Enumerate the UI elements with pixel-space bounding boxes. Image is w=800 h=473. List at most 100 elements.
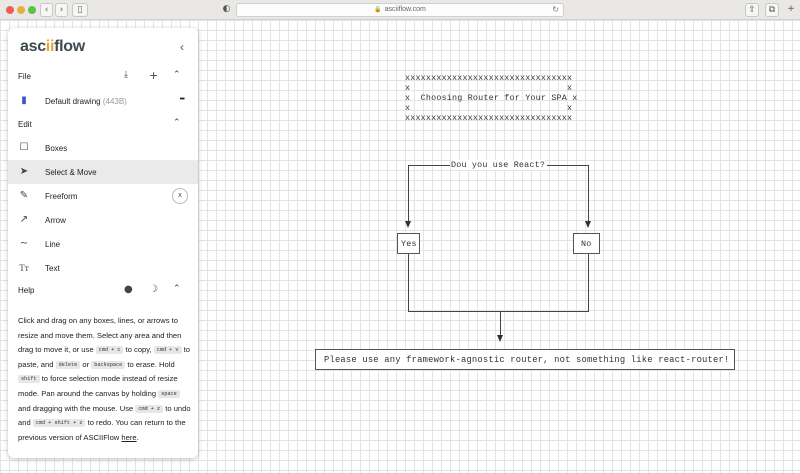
- tool-label: Arrow: [45, 216, 66, 225]
- kbd-redo: cmd + shift + z: [32, 419, 86, 428]
- result-box[interactable]: Please use any framework-agnostic router…: [315, 349, 735, 370]
- shield-icon: ◐: [222, 4, 231, 14]
- tool-boxes[interactable]: ☐ Boxes: [8, 136, 198, 160]
- browser-toolbar: ‹ › ▯ ◐ 🔒 asciiflow.com ↻ ⇧ ⧉ +: [0, 0, 800, 20]
- close-window-button[interactable]: [6, 6, 14, 14]
- share-icon: ⇧: [748, 5, 756, 15]
- tool-text[interactable]: Tт Text: [8, 256, 198, 280]
- connector-line: [588, 254, 589, 312]
- more-options-icon[interactable]: •••: [180, 96, 185, 103]
- back-button[interactable]: ‹: [40, 3, 53, 17]
- chevron-up-icon[interactable]: ⌃: [173, 70, 181, 80]
- tool-line[interactable]: ∼ Line: [8, 232, 198, 256]
- no-box[interactable]: No: [573, 233, 600, 254]
- cursor-icon: ➤: [19, 166, 29, 177]
- title-border-top: xxxxxxxxxxxxxxxxxxxxxxxxxxxxxxxx: [405, 73, 573, 83]
- help-sentence: or: [80, 359, 92, 369]
- chevron-left-icon: ‹: [180, 40, 184, 54]
- square-icon: ☐: [19, 142, 29, 153]
- connector-line: [408, 311, 589, 312]
- sidebar-panel: asciiflow ‹ File ⤓ + ⌃ ▮ Default drawing…: [8, 28, 198, 458]
- tool-arrow[interactable]: ↗ Arrow: [8, 208, 198, 232]
- help-sentence: to force selection mode instead of resiz…: [18, 374, 178, 398]
- title-border-bottom: xxxxxxxxxxxxxxxxxxxxxxxxxxxxxxxx: [405, 113, 573, 123]
- kbd-backspace: backspace: [91, 360, 126, 369]
- connector-line: [547, 165, 588, 166]
- line-icon: ∼: [19, 238, 29, 249]
- result-text: Please use any framework-agnostic router…: [324, 355, 730, 365]
- plus-icon: +: [149, 69, 159, 82]
- title-border-side: x x: [405, 83, 573, 93]
- kbd-space: space: [158, 389, 180, 398]
- collapse-sidebar-button[interactable]: ‹: [180, 40, 184, 54]
- arrow-head: [497, 335, 503, 342]
- help-section-label: Help: [18, 286, 35, 295]
- sidebar-icon: ▯: [77, 5, 83, 15]
- connector-line: [588, 165, 589, 225]
- kbd-delete: delete: [55, 360, 81, 369]
- reload-icon[interactable]: ↻: [552, 4, 559, 16]
- arrow-head: [405, 221, 411, 228]
- tool-label: Line: [45, 240, 61, 249]
- privacy-report-button[interactable]: ◐: [220, 3, 233, 17]
- tabs-icon: ⧉: [768, 5, 776, 15]
- connector-line: [408, 165, 450, 166]
- lock-icon: 🔒: [374, 7, 382, 13]
- drawing-label: Default drawing (443B): [45, 97, 127, 106]
- logo-accent: ii: [45, 38, 55, 55]
- new-tab-button[interactable]: +: [786, 3, 796, 17]
- forward-button[interactable]: ›: [55, 3, 68, 17]
- url-text: asciiflow.com: [384, 6, 426, 13]
- dark-mode-icon[interactable]: ☽: [149, 284, 158, 295]
- minimize-window-button[interactable]: [17, 6, 25, 14]
- github-icon[interactable]: ●: [124, 284, 133, 295]
- question-text: Dou you use React?: [451, 160, 546, 170]
- kbd-shift: shift: [18, 375, 40, 384]
- file-icon: ▮: [21, 95, 27, 106]
- tool-label: Boxes: [45, 144, 68, 153]
- new-drawing-button[interactable]: +: [149, 69, 158, 82]
- plus-icon: +: [787, 4, 795, 14]
- title-text: x Choosing Router for Your SPA x: [405, 93, 578, 103]
- maximize-window-button[interactable]: [28, 6, 36, 14]
- clear-freeform-button[interactable]: x: [172, 188, 188, 204]
- chevron-up-icon[interactable]: ⌃: [173, 284, 181, 294]
- sidebar-toggle-button[interactable]: ▯: [72, 3, 88, 17]
- help-sentence: and dragging with the mouse. Use: [18, 403, 136, 413]
- chevron-left-icon: ‹: [44, 5, 49, 15]
- help-sentence: to erase. Hold: [125, 359, 175, 369]
- chevron-right-icon: ›: [59, 5, 64, 15]
- tool-freeform[interactable]: ✎ Freeform x: [8, 184, 198, 208]
- tool-select-move[interactable]: ➤ Select & Move: [8, 160, 198, 184]
- tabs-button[interactable]: ⧉: [765, 3, 779, 17]
- address-bar[interactable]: 🔒 asciiflow.com ↻: [236, 3, 564, 17]
- tool-label: Select & Move: [45, 168, 97, 177]
- kbd-copy: cmd + c: [95, 346, 124, 355]
- asciiflow-logo: asciiflow: [20, 38, 85, 56]
- connector-line: [408, 165, 409, 225]
- help-sentence: to copy,: [123, 345, 154, 355]
- download-icon[interactable]: ⤓: [124, 70, 128, 80]
- drawing-name: Default drawing: [45, 97, 101, 106]
- help-text: Click and drag on any boxes, lines, or a…: [18, 314, 192, 445]
- kbd-undo: cmd + z: [135, 404, 164, 413]
- yes-label: Yes: [401, 239, 417, 249]
- drawing-size: (443B): [102, 97, 127, 106]
- text-icon: Tт: [19, 263, 29, 273]
- no-label: No: [581, 239, 592, 249]
- logo-suffix: flow: [54, 38, 85, 55]
- logo-prefix: asc: [20, 38, 46, 55]
- drawing-item[interactable]: ▮ Default drawing (443B) •••: [8, 89, 198, 113]
- share-button[interactable]: ⇧: [745, 3, 759, 17]
- tool-label: Freeform: [45, 192, 78, 201]
- tool-label: Text: [45, 264, 60, 273]
- arrow-icon: ↗: [19, 214, 29, 225]
- kbd-paste: cmd + v: [153, 346, 182, 355]
- previous-version-link[interactable]: here: [121, 433, 136, 442]
- file-section-label: File: [18, 72, 31, 81]
- edit-section-label: Edit: [18, 120, 32, 129]
- yes-box[interactable]: Yes: [397, 233, 420, 254]
- chevron-up-icon[interactable]: ⌃: [173, 118, 181, 128]
- arrow-head: [585, 221, 591, 228]
- pen-icon: ✎: [19, 190, 29, 201]
